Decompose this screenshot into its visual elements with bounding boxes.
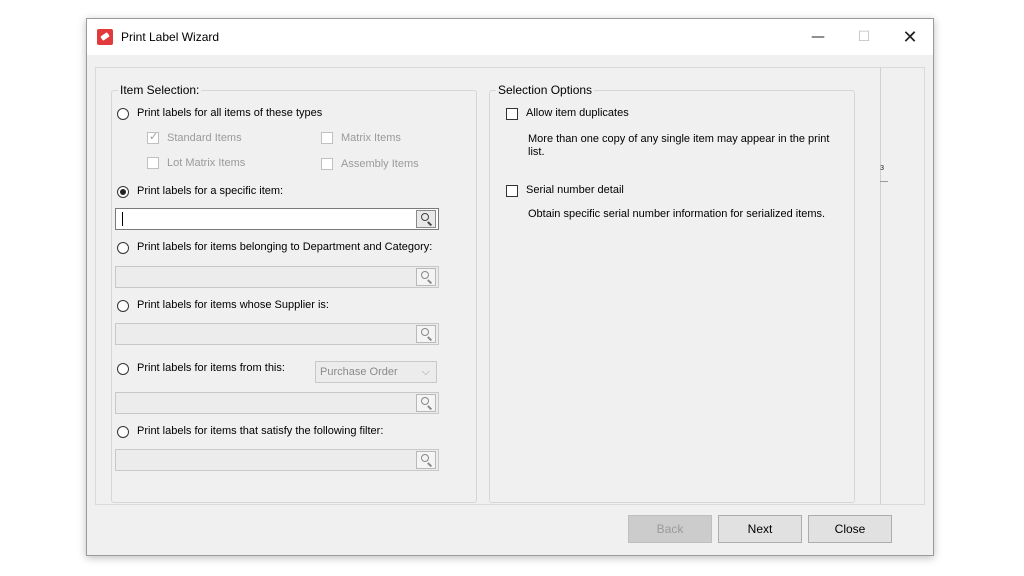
checkbox-serial-number-detail[interactable] [506, 185, 518, 197]
chevron-down-icon: ⌵ [421, 365, 430, 378]
window-title: Print Label Wizard [121, 30, 220, 44]
department-category-input [115, 266, 439, 288]
radio-specific-item[interactable] [117, 186, 129, 198]
magnifier-icon [421, 397, 429, 405]
checkbox-matrix-items [321, 132, 333, 144]
text-caret [122, 212, 123, 226]
magnifier-icon [421, 213, 429, 221]
radio-department-category-label[interactable]: Print labels for items belonging to Depa… [137, 241, 432, 253]
side-panel-tick [880, 181, 888, 182]
department-category-search-button [416, 268, 436, 286]
source-document-value: Purchase Order [320, 366, 398, 378]
selection-options-legend: Selection Options [498, 83, 593, 97]
checkbox-serial-number-detail-label[interactable]: Serial number detail [526, 184, 624, 196]
allow-duplicates-description: More than one copy of any single item ma… [528, 133, 830, 158]
checkbox-standard-items [147, 130, 159, 144]
radio-filter[interactable] [117, 426, 129, 438]
side-panel-divider [880, 67, 881, 505]
checkbox-matrix-items-label: Matrix Items [341, 132, 401, 144]
next-button[interactable]: Next [718, 515, 802, 543]
serial-number-detail-description: Obtain specific serial number informatio… [528, 208, 826, 220]
minimize-button[interactable]: — [795, 19, 841, 55]
checkbox-standard-items-label: Standard Items [167, 132, 242, 144]
close-window-button[interactable]: ✕ [887, 19, 933, 55]
radio-all-items[interactable] [117, 108, 129, 120]
supplier-input [115, 323, 439, 345]
checkbox-lot-matrix-items [147, 157, 159, 169]
source-document-dropdown: Purchase Order ⌵ [315, 361, 437, 383]
radio-all-items-label[interactable]: Print labels for all items of these type… [137, 107, 322, 119]
filter-input [115, 449, 439, 471]
maximize-button: ☐ [857, 29, 871, 45]
side-panel-mark: з [880, 162, 885, 172]
radio-from-document-label[interactable]: Print labels for items from this: [137, 362, 285, 374]
magnifier-icon [421, 328, 429, 336]
supplier-search-button [416, 325, 436, 343]
source-document-input [115, 392, 439, 414]
checkbox-assembly-items [321, 158, 333, 170]
back-button[interactable]: Back [628, 515, 712, 543]
title-bar[interactable]: Print Label Wizard — ☐ ✕ [87, 19, 933, 55]
checkbox-allow-duplicates[interactable] [506, 108, 518, 120]
radio-supplier[interactable] [117, 300, 129, 312]
checkbox-allow-duplicates-label[interactable]: Allow item duplicates [526, 107, 629, 119]
item-selection-legend: Item Selection: [120, 83, 200, 97]
checkbox-lot-matrix-items-label: Lot Matrix Items [167, 157, 246, 169]
radio-filter-label[interactable]: Print labels for items that satisfy the … [137, 425, 383, 437]
item-selection-group: Item Selection: [111, 83, 477, 503]
radio-specific-item-label[interactable]: Print labels for a specific item: [137, 185, 283, 197]
checkbox-assembly-items-label: Assembly Items [341, 158, 419, 170]
radio-supplier-label[interactable]: Print labels for items whose Supplier is… [137, 299, 329, 311]
print-label-wizard-window: Print Label Wizard — ☐ ✕ з Item Selectio… [86, 18, 934, 556]
radio-from-document[interactable] [117, 363, 129, 375]
source-document-search-button [416, 394, 436, 412]
radio-department-category[interactable] [117, 242, 129, 254]
filter-search-button [416, 451, 436, 469]
magnifier-icon [421, 271, 429, 279]
close-button[interactable]: Close [808, 515, 892, 543]
specific-item-search-button[interactable] [416, 210, 436, 228]
app-icon [97, 29, 113, 45]
specific-item-input[interactable] [115, 208, 439, 230]
magnifier-icon [421, 454, 429, 462]
